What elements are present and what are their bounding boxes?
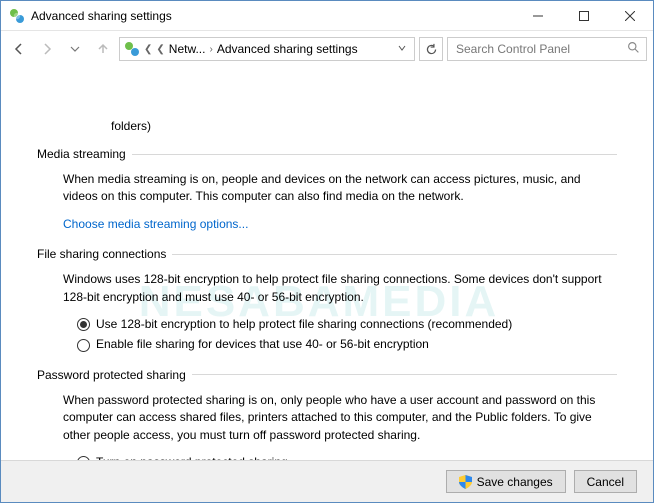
radio-40-56bit-encryption[interactable]: Enable file sharing for devices that use… — [77, 336, 609, 353]
network-sharing-icon — [124, 41, 140, 57]
section-body-media-streaming: When media streaming is on, people and d… — [63, 171, 609, 233]
chevron-left-icon[interactable]: ❮ — [144, 44, 152, 55]
section-header-media-streaming: Media streaming — [37, 147, 617, 161]
section-description: Windows uses 128-bit encryption to help … — [63, 271, 609, 306]
button-label: Save changes — [477, 475, 553, 489]
breadcrumb-item[interactable]: Advanced sharing settings — [217, 42, 358, 56]
minimize-button[interactable] — [515, 1, 561, 30]
breadcrumb[interactable]: ❮ ❮ Netw... › Advanced sharing settings — [119, 37, 415, 61]
section-header-password-sharing: Password protected sharing — [37, 368, 617, 382]
radio-label: Turn on password protected sharing — [96, 454, 288, 460]
recent-locations-dropdown[interactable] — [63, 37, 87, 61]
radio-icon — [77, 339, 90, 352]
truncated-text: folders) — [111, 119, 617, 133]
save-changes-button[interactable]: Save changes — [446, 470, 566, 493]
section-description: When media streaming is on, people and d… — [63, 171, 609, 206]
radio-password-on[interactable]: Turn on password protected sharing — [77, 454, 609, 460]
window-title: Advanced sharing settings — [31, 9, 515, 23]
refresh-button[interactable] — [419, 37, 443, 61]
radio-128bit-encryption[interactable]: Use 128-bit encryption to help protect f… — [77, 316, 609, 333]
up-button[interactable] — [91, 37, 115, 61]
close-button[interactable] — [607, 1, 653, 30]
section-header-file-sharing: File sharing connections — [37, 247, 617, 261]
chevron-left-icon[interactable]: ❮ — [156, 44, 164, 55]
button-label: Cancel — [587, 475, 624, 489]
back-button[interactable] — [7, 37, 31, 61]
search-input[interactable] — [454, 41, 627, 57]
radio-label: Use 128-bit encryption to help protect f… — [96, 316, 512, 333]
section-description: When password protected sharing is on, o… — [63, 392, 609, 444]
radio-icon — [77, 456, 90, 460]
search-box[interactable] — [447, 37, 647, 61]
section-title: File sharing connections — [37, 247, 166, 261]
chevron-right-icon: › — [209, 44, 212, 55]
content-area: NESABAMEDIA folders) Media streaming Whe… — [1, 67, 653, 460]
forward-button[interactable] — [35, 37, 59, 61]
password-sharing-radio-group: Turn on password protected sharing Turn … — [77, 454, 609, 460]
file-sharing-radio-group: Use 128-bit encryption to help protect f… — [77, 316, 609, 354]
network-sharing-icon — [9, 8, 25, 24]
uac-shield-icon — [459, 475, 472, 489]
titlebar: Advanced sharing settings — [1, 1, 653, 31]
section-title: Password protected sharing — [37, 368, 186, 382]
breadcrumb-dropdown-icon[interactable] — [394, 44, 410, 55]
footer: Save changes Cancel — [1, 460, 653, 502]
window-controls — [515, 1, 653, 30]
radio-icon — [77, 318, 90, 331]
divider — [132, 154, 617, 155]
section-body-file-sharing: Windows uses 128-bit encryption to help … — [63, 271, 609, 354]
media-streaming-options-link[interactable]: Choose media streaming options... — [63, 216, 248, 233]
divider — [172, 254, 617, 255]
radio-label: Enable file sharing for devices that use… — [96, 336, 429, 353]
section-title: Media streaming — [37, 147, 126, 161]
search-icon[interactable] — [627, 41, 640, 57]
divider — [192, 374, 617, 375]
cancel-button[interactable]: Cancel — [574, 470, 637, 493]
maximize-button[interactable] — [561, 1, 607, 30]
navbar: ❮ ❮ Netw... › Advanced sharing settings — [1, 31, 653, 67]
section-body-password-sharing: When password protected sharing is on, o… — [63, 392, 609, 460]
breadcrumb-item[interactable]: Netw... — [169, 42, 206, 56]
